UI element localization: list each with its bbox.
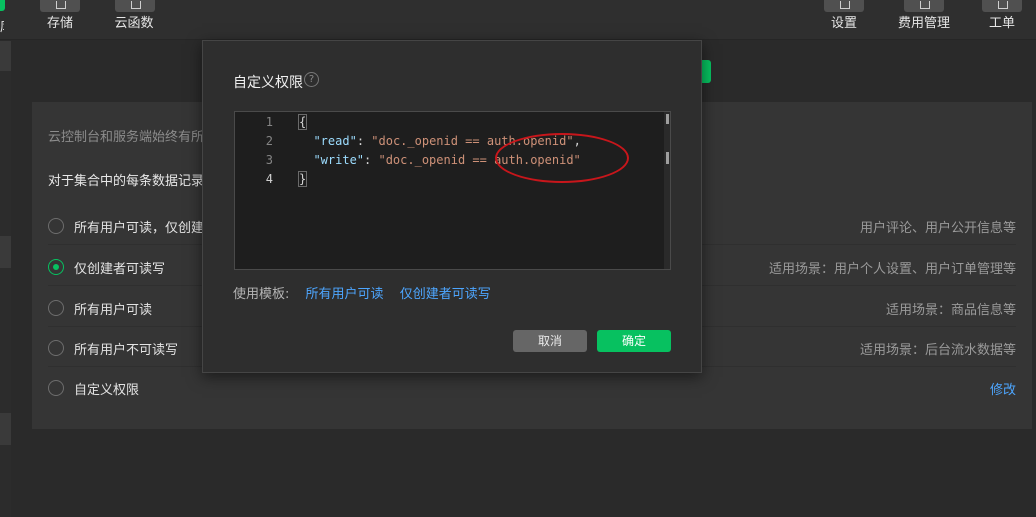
line-number: 1: [265, 115, 273, 129]
option-hint: 适用场景：用户个人设置、用户订单管理等: [768, 262, 1016, 277]
option-hint: 适用场景：商品信息等: [885, 303, 1016, 318]
toolbar-ticket-label: 工单: [988, 16, 1015, 31]
code-line: }: [297, 170, 308, 189]
line-number: 3: [265, 153, 273, 167]
json-value: "doc._openid == auth.openid": [378, 153, 581, 167]
option-hint: 用户评论、用户公开信息等: [859, 221, 1016, 236]
open-brace: {: [297, 114, 308, 130]
radio-button-selected[interactable]: [48, 259, 64, 275]
toolbar-settings-button[interactable]: 设置: [824, 0, 864, 32]
option-label: 所有用户可读: [74, 303, 153, 318]
panel-note: 云控制台和服务端始终有所: [48, 130, 205, 145]
line-number: 4: [265, 172, 273, 186]
code-line: {: [297, 113, 308, 132]
scroll-marker: [666, 114, 669, 124]
option-hint: 适用场景：后台流水数据等: [859, 343, 1016, 358]
toolbar-cloud-function-label: 云函数: [114, 16, 154, 31]
template-link-all-read[interactable]: 所有用户可读: [306, 287, 384, 302]
help-icon[interactable]: ?: [304, 72, 319, 87]
confirm-button[interactable]: 确定: [597, 330, 671, 352]
settings-icon: [824, 0, 864, 12]
cloud-function-icon: [115, 0, 155, 12]
left-sidebar-strip: [0, 41, 11, 517]
json-value: "doc._openid == auth.openid": [371, 134, 574, 148]
toolbar-ticket-button[interactable]: 工单: [982, 0, 1022, 32]
json-key: "write": [313, 153, 365, 167]
panel-subtitle: 对于集合中的每条数据记录: [48, 174, 205, 189]
option-label: 所有用户不可读写: [74, 343, 179, 358]
toolbar-billing-button[interactable]: 费用管理: [896, 0, 952, 32]
sidebar-item[interactable]: [0, 413, 11, 445]
json-comma: ,: [573, 134, 581, 148]
close-brace: }: [297, 171, 308, 187]
toolbar-billing-label: 费用管理: [897, 16, 950, 31]
json-separator: :: [364, 153, 379, 167]
code-line: "write": "doc._openid == auth.openid": [299, 151, 581, 170]
json-separator: :: [356, 134, 372, 148]
toolbar-storage-label: 存储: [46, 16, 73, 31]
ticket-icon: [982, 0, 1022, 12]
toolbar-storage-button[interactable]: 存储: [40, 0, 80, 32]
editor-scrollbar[interactable]: [664, 112, 670, 269]
sidebar-item[interactable]: [0, 41, 11, 71]
option-label: 自定义权限: [74, 383, 140, 398]
template-label: 使用模板:: [233, 287, 290, 302]
radio-button[interactable]: [48, 218, 64, 234]
toolbar-edge-button[interactable]: [0, 0, 5, 11]
code-line: "read": "doc._openid == auth.openid",: [299, 132, 581, 151]
scroll-marker: [666, 152, 669, 164]
option-label: 仅创建者可读写: [74, 262, 166, 277]
editor-gutter: 1 2 3 4: [235, 112, 293, 269]
option-label: 所有用户可读，仅创建: [74, 221, 205, 236]
code-editor[interactable]: 1 2 3 4 { "read": "doc._openid == auth.o…: [234, 111, 671, 270]
custom-permission-dialog: 自定义权限 ? 1 2 3 4 { "read": "doc._openid =…: [202, 40, 702, 373]
edit-custom-permission-link[interactable]: 修改: [990, 379, 1016, 398]
sidebar-item[interactable]: [0, 236, 11, 268]
billing-icon: [904, 0, 944, 12]
radio-button[interactable]: [48, 380, 64, 396]
cancel-button[interactable]: 取消: [513, 330, 587, 352]
template-link-creator-rw[interactable]: 仅创建者可读写: [400, 287, 491, 302]
toolbar-cloud-function-button[interactable]: 云函数: [114, 0, 155, 32]
radio-button[interactable]: [48, 340, 64, 356]
radio-button[interactable]: [48, 300, 64, 316]
toolbar-edge-label: 库: [0, 16, 4, 35]
json-key: "read": [313, 134, 357, 148]
dialog-title: 自定义权限: [233, 75, 303, 91]
top-toolbar: 库 存储 云函数 设置 费用管理 工单: [0, 0, 1036, 40]
line-number: 2: [265, 134, 273, 148]
toolbar-settings-label: 设置: [830, 16, 857, 31]
storage-icon: [40, 0, 80, 12]
template-row: 使用模板: 所有用户可读 仅创建者可读写: [233, 283, 503, 302]
permission-option-row[interactable]: 自定义权限 修改: [48, 367, 1016, 407]
